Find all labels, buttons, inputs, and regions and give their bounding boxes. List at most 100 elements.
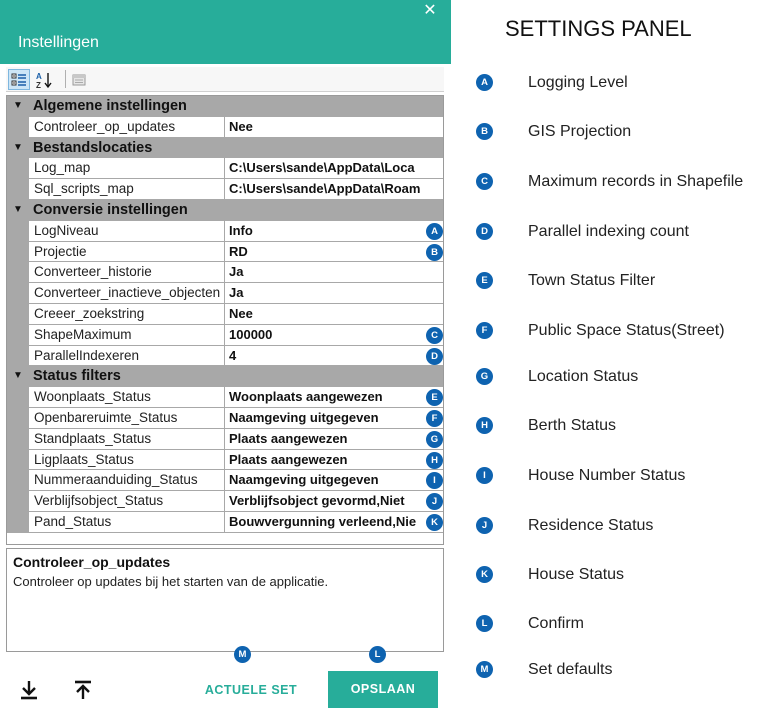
category-label: Conversie instellingen: [33, 201, 188, 218]
legend-text: Location Status: [528, 368, 639, 385]
category-row[interactable]: ▼ Status filters: [7, 366, 443, 388]
marker-badge: A: [476, 74, 493, 91]
description-title: Controleer_op_updates: [13, 554, 171, 570]
property-row[interactable]: Nummeraanduiding_Status Naamgeving uitgeg…: [7, 470, 443, 492]
property-name[interactable]: Creeer_zoekstring: [29, 303, 225, 325]
property-value[interactable]: Woonplaats aangewezen: [225, 387, 443, 408]
property-value[interactable]: Plaats aangewezen: [225, 428, 443, 450]
property-name[interactable]: Ligplaats_Status: [29, 449, 225, 471]
property-name[interactable]: Nummeraanduiding_Status: [29, 470, 225, 492]
legend-item: A Logging Level: [476, 74, 776, 94]
property-row[interactable]: Verblijfsobject_Status Verblijfsobject ge…: [7, 491, 443, 512]
legend-item: J Residence Status: [476, 517, 776, 537]
property-row[interactable]: LogNiveau Info A: [7, 220, 443, 242]
property-name[interactable]: Pand_Status: [29, 511, 225, 533]
save-button[interactable]: OPSLAAN: [328, 671, 438, 708]
legend-item: G Location Status: [476, 368, 776, 388]
property-pages-icon[interactable]: [68, 69, 90, 90]
legend-item: D Parallel indexing count: [476, 223, 776, 243]
property-row[interactable]: Ligplaats_Status Plaats aangewezen H: [7, 449, 443, 471]
toolbar-separator: [65, 70, 66, 88]
property-name[interactable]: LogNiveau: [29, 220, 225, 242]
property-row[interactable]: Log_map C:\Users\sande\AppData\Loca: [7, 158, 443, 180]
marker-badge: J: [426, 493, 443, 511]
legend-text: Maximum records in Shapefile: [528, 173, 744, 190]
property-row[interactable]: Sql_scripts_map C:\Users\sande\AppData\Ro…: [7, 179, 443, 200]
property-name[interactable]: Verblijfsobject_Status: [29, 491, 225, 512]
property-row[interactable]: Pand_Status Bouwvergunning verleend,Nie K: [7, 511, 443, 533]
set-defaults-button[interactable]: ACTUELE SET: [198, 672, 304, 708]
download-icon[interactable]: [18, 678, 40, 702]
property-value[interactable]: Bouwvergunning verleend,Nie: [225, 511, 443, 533]
property-value[interactable]: Ja: [225, 283, 443, 304]
settings-window: ✕ Instellingen A Z ▼ Algemene instelling…: [0, 0, 451, 720]
property-name[interactable]: Converteer_historie: [29, 262, 225, 284]
marker-badge: H: [426, 451, 443, 469]
legend-text: House Status: [528, 566, 625, 583]
marker-badge: J: [476, 517, 493, 534]
marker-badge: L: [369, 646, 386, 663]
legend-text: House Number Status: [528, 467, 686, 484]
property-row[interactable]: Converteer_inactieve_objecten Ja: [7, 283, 443, 304]
property-name[interactable]: Converteer_inactieve_objecten: [29, 283, 225, 304]
legend-text: Set defaults: [528, 661, 613, 678]
marker-badge: D: [426, 347, 443, 365]
property-value[interactable]: Info: [225, 220, 443, 242]
marker-badge: F: [426, 409, 443, 427]
categorized-view-icon[interactable]: [8, 69, 30, 90]
property-grid: ▼ Algemene instellingen Controleer_op_upda…: [6, 95, 444, 545]
property-name[interactable]: Standplaats_Status: [29, 428, 225, 450]
property-value[interactable]: C:\Users\sande\AppData\Loca: [225, 158, 443, 180]
property-name[interactable]: ParallelIndexeren: [29, 345, 225, 367]
category-label: Bestandslocaties: [33, 139, 153, 156]
property-value[interactable]: Ja: [225, 262, 443, 284]
marker-badge: G: [426, 430, 443, 448]
property-value[interactable]: Plaats aangewezen: [225, 449, 443, 471]
title-bar: ✕ Instellingen: [0, 0, 451, 64]
property-value[interactable]: Nee: [225, 116, 443, 138]
property-row[interactable]: Controleer_op_updates Nee: [7, 116, 443, 138]
property-name[interactable]: ShapeMaximum: [29, 324, 225, 346]
legend-item: K House Status: [476, 566, 776, 586]
property-value[interactable]: Nee: [225, 303, 443, 325]
upload-icon[interactable]: [72, 678, 94, 702]
category-row[interactable]: ▼ Conversie instellingen: [7, 199, 443, 221]
collapse-icon[interactable]: ▼: [11, 100, 25, 112]
property-value[interactable]: 100000: [225, 324, 443, 346]
collapse-icon[interactable]: ▼: [11, 142, 25, 154]
property-value[interactable]: 4: [225, 345, 443, 367]
property-row[interactable]: Openbareruimte_Status Naamgeving uitgegev…: [7, 407, 443, 429]
close-icon[interactable]: ✕: [419, 2, 441, 20]
collapse-icon[interactable]: ▼: [11, 204, 25, 216]
property-row[interactable]: Converteer_historie Ja: [7, 262, 443, 284]
property-name[interactable]: Projectie: [29, 241, 225, 263]
property-name[interactable]: Log_map: [29, 158, 225, 180]
marker-badge: E: [476, 272, 493, 289]
alphabetical-sort-icon[interactable]: A Z: [33, 69, 55, 90]
marker-badge: B: [426, 243, 443, 261]
category-row[interactable]: ▼ Bestandslocaties: [7, 137, 443, 159]
property-value[interactable]: RD: [225, 241, 443, 263]
property-grid-toolbar: A Z: [6, 67, 444, 92]
property-row[interactable]: Projectie RD B: [7, 241, 443, 263]
legend-text: Residence Status: [528, 517, 654, 534]
property-name[interactable]: Woonplaats_Status: [29, 387, 225, 408]
property-name[interactable]: Controleer_op_updates: [29, 116, 225, 138]
property-row[interactable]: ShapeMaximum 100000 C: [7, 324, 443, 346]
category-row[interactable]: ▼ Algemene instellingen: [7, 96, 443, 117]
legend-text: Public Space Status(Street): [528, 322, 725, 339]
property-row[interactable]: Creeer_zoekstring Nee: [7, 303, 443, 325]
property-value[interactable]: Verblijfsobject gevormd,Niet: [225, 491, 443, 512]
collapse-icon[interactable]: ▼: [11, 370, 25, 382]
window-title: Instellingen: [18, 34, 99, 51]
legend-text: Logging Level: [528, 74, 628, 91]
property-name[interactable]: Sql_scripts_map: [29, 179, 225, 200]
property-value[interactable]: Naamgeving uitgegeven: [225, 470, 443, 492]
category-label: Status filters: [33, 368, 121, 385]
property-value[interactable]: C:\Users\sande\AppData\Roam: [225, 179, 443, 200]
property-name[interactable]: Openbareruimte_Status: [29, 407, 225, 429]
property-value[interactable]: Naamgeving uitgegeven: [225, 407, 443, 429]
property-row[interactable]: ParallelIndexeren 4 D: [7, 345, 443, 367]
property-row[interactable]: Standplaats_Status Plaats aangewezen G: [7, 428, 443, 450]
property-row[interactable]: Woonplaats_Status Woonplaats aangewezen E: [7, 387, 443, 408]
